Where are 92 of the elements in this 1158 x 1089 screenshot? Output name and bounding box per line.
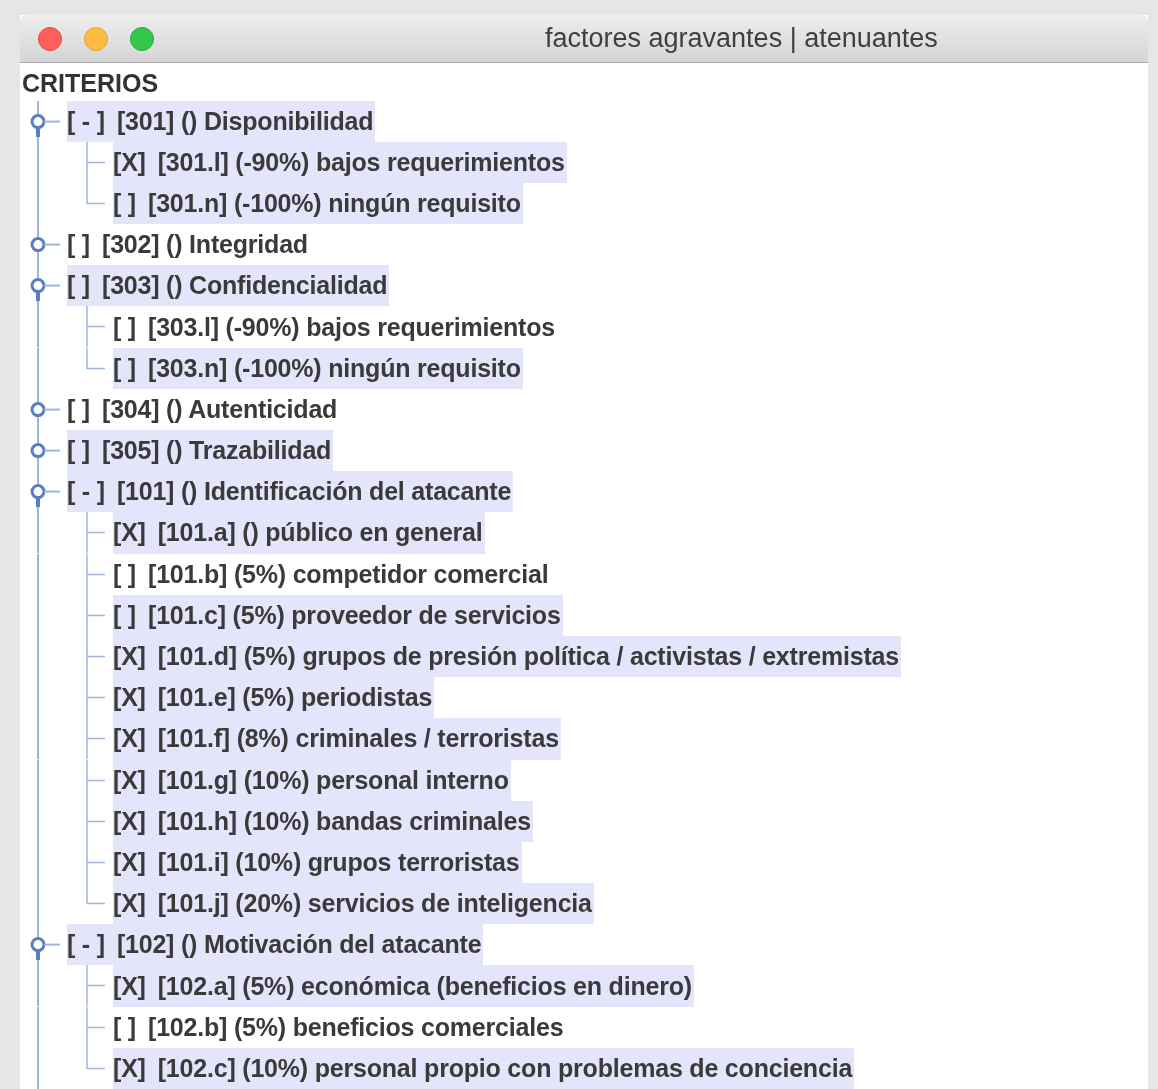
tree-node[interactable]: [ ] [102.b] (5%) beneficios comerciales [113,1006,566,1048]
checkbox-mark[interactable]: [ ] [67,271,90,301]
checkbox-mark[interactable]: [ ] [67,436,90,466]
checkbox-mark[interactable]: [ ] [113,600,136,630]
tree-node[interactable]: [ ] [304] () Autenticidad [67,388,340,430]
checkbox-mark[interactable]: [ - ] [67,106,105,136]
tree-node[interactable]: [ ] [303] () Confidencialidad [67,265,390,307]
checkbox-mark[interactable]: [X] [113,889,146,919]
checkbox-mark[interactable]: [X] [113,971,146,1001]
checkbox-mark[interactable]: [ ] [113,559,136,589]
tree-node[interactable]: [X] [101.e] (5%) periodistas [113,677,435,719]
tree-heading: CRITERIOS [21,68,160,99]
node-label: [101.a] () público en general [157,518,483,548]
checkbox-mark[interactable]: [X] [113,1053,146,1083]
tree-node[interactable]: [X] [102.a] (5%) económica (beneficios en dinero) [113,965,694,1007]
collapsed-handle-icon[interactable] [30,443,61,459]
node-label: [301.n] (-100%) ningún requisito [148,188,521,218]
checkbox-mark[interactable]: [ ] [113,353,136,383]
tree-node[interactable]: [X] [101.g] (10%) personal interno [113,759,511,801]
tree-node[interactable]: [X] [101.d] (5%) grupos de presión política / activistas / extremistas [113,635,901,678]
expanded-handle-icon[interactable] [30,937,61,961]
tree-connector [86,800,106,842]
tree-connector [86,553,106,595]
checkbox-mark[interactable]: [ ] [67,394,90,424]
node-label: [101.j] (20%) servicios de inteligencia [157,889,592,919]
tree-node[interactable]: [X] [101.j] (20%) servicios de inteligencia [113,883,594,925]
node-label: [101.i] (10%) grupos terroristas [157,847,520,877]
collapsed-handle-icon[interactable] [30,237,61,253]
node-label: [302] () Integridad [102,230,308,260]
tree-node[interactable]: [X] [101.i] (10%) grupos terroristas [113,841,522,884]
checkbox-mark[interactable]: [X] [113,724,146,754]
node-label: [102.b] (5%) beneficios comerciales [148,1012,564,1042]
tree-node[interactable]: [X] [301.l] (-90%) bajos requerimientos [113,141,567,183]
checkbox-mark[interactable]: [ - ] [67,477,105,507]
tree-connector [86,718,106,760]
checkbox-mark[interactable]: [ ] [113,312,136,342]
node-label: [301] () Disponibilidad [116,106,374,136]
tree-node[interactable]: [ ] [303.n] (-100%) ningún requisito [113,347,523,389]
tree-node[interactable]: [ ] [305] () Trazabilidad [67,430,334,472]
tree-node[interactable]: [ ] [303.l] (-90%) bajos requerimientos [113,306,557,348]
node-label: [101.b] (5%) competidor comercial [148,559,549,589]
node-label: [303.n] (-100%) ningún requisito [148,353,521,383]
checkbox-mark[interactable]: [ - ] [67,930,105,960]
tree-connector [86,677,106,719]
tree-connector [86,635,106,678]
checkbox-mark[interactable]: [ ] [113,188,136,218]
node-label: [301.l] (-90%) bajos requerimientos [157,147,565,177]
checkbox-mark[interactable]: [X] [113,847,146,877]
tree-node[interactable]: [X] [101.h] (10%) bandas criminales [113,800,533,842]
tree-node[interactable]: [ ] [101.b] (5%) competidor comercial [113,553,551,595]
node-label: [102.c] (10%) personal propio con problemas de conciencia [157,1053,853,1083]
checkbox-mark[interactable]: [X] [113,642,146,672]
node-label: [102.a] (5%) económica (beneficios en dinero) [157,971,692,1001]
maximize-button[interactable] [130,26,154,51]
checkbox-mark[interactable]: [X] [113,806,146,836]
node-label: [101] () Identificación del atacante [116,477,512,507]
checkbox-mark[interactable]: [X] [113,683,146,713]
tree-connector [86,512,106,554]
node-label: [101.h] (10%) bandas criminales [157,806,531,836]
node-label: [101.c] (5%) proveedor de servicios [148,600,561,630]
tree-connector [86,759,106,801]
node-label: [101.g] (10%) personal interno [157,765,509,795]
tree-connector [86,965,106,1007]
window-title: factores agravantes | atenuantes [545,23,938,54]
tree-node[interactable]: [ - ] [301] () Disponibilidad [67,100,376,142]
node-label: [101.d] (5%) grupos de presión política / activistas / extremistas [157,642,899,672]
checkbox-mark[interactable]: [ ] [67,230,90,260]
tree-node[interactable]: [X] [101.f] (8%) criminales / terroristas [113,718,561,760]
node-label: [304] () Autenticidad [102,394,338,424]
node-label: [102] () Motivación del atacante [116,930,482,960]
checkbox-mark[interactable]: [X] [113,147,146,177]
node-label: [101.f] (8%) criminales / terroristas [157,724,559,754]
tree-node[interactable]: [ ] [302] () Integridad [67,224,310,266]
checkbox-mark[interactable]: [X] [113,518,146,548]
tree-connector [86,594,106,636]
tree-node[interactable]: [ ] [301.n] (-100%) ningún requisito [113,182,523,225]
tree-node[interactable]: [X] [101.a] () público en general [113,512,485,554]
node-label: [303] () Confidencialidad [102,271,388,301]
node-label: [305] () Trazabilidad [102,436,332,466]
checkbox-mark[interactable]: [ ] [113,1012,136,1042]
tree-node[interactable]: [X] [102.c] (10%) personal propio con problemas de conciencia [113,1047,855,1089]
node-label: [101.e] (5%) periodistas [157,683,433,713]
tree-node[interactable]: [ - ] [102] () Motivación del atacante [67,924,484,966]
tree-node[interactable]: [ ] [101.c] (5%) proveedor de servicios [113,594,563,636]
checkbox-mark[interactable]: [X] [113,765,146,795]
tree-node[interactable]: [ - ] [101] () Identificación del atacante [67,471,514,513]
close-button[interactable] [38,26,62,51]
expanded-handle-icon[interactable] [30,113,61,137]
expanded-handle-icon[interactable] [30,278,61,302]
collapsed-handle-icon[interactable] [30,401,61,417]
node-label: [303.l] (-90%) bajos requerimientos [148,312,555,342]
expanded-handle-icon[interactable] [30,484,61,508]
